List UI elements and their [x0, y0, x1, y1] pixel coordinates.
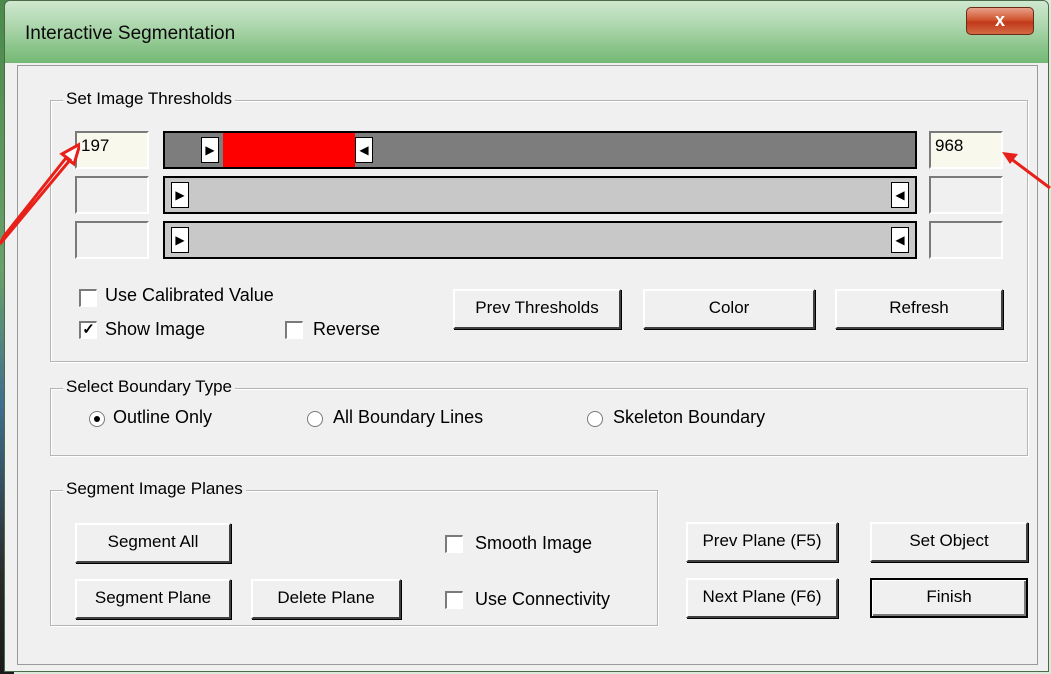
window-title: Interactive Segmentation: [25, 23, 236, 44]
threshold-max-value-1: 968: [935, 136, 964, 155]
threshold-min-value-1: 197: [81, 136, 110, 155]
radio-skeleton-boundary-label: Skeleton Boundary: [613, 407, 766, 427]
prev-plane-button[interactable]: Prev Plane (F5): [686, 522, 838, 562]
prev-thresholds-button[interactable]: Prev Thresholds: [453, 289, 621, 329]
boundary-group: Select Boundary Type Outline Only All Bo…: [50, 377, 1028, 456]
close-button[interactable]: x: [966, 7, 1034, 35]
use-connectivity-label: Use Connectivity: [475, 589, 611, 609]
threshold-slider-3[interactable]: ▶ ◀: [163, 221, 917, 259]
reverse-label: Reverse: [313, 319, 381, 339]
show-image-label: Show Image: [105, 319, 206, 339]
smooth-image-label: Smooth Image: [475, 533, 593, 553]
annotation-arrow-icon: [0, 142, 80, 245]
threshold-min-input-3[interactable]: [75, 221, 149, 259]
check-icon: ✓: [82, 321, 95, 338]
segment-plane-button[interactable]: Segment Plane: [75, 579, 231, 619]
radio-dot-icon: [94, 416, 100, 422]
annotation-arrow-icon: [1002, 152, 1051, 190]
thresholds-group-title: Set Image Thresholds: [63, 89, 235, 109]
radio-outline-only[interactable]: [89, 411, 105, 427]
arrow-right-icon[interactable]: ▶: [171, 182, 189, 208]
color-button[interactable]: Color: [643, 289, 815, 329]
threshold-max-input-1[interactable]: 968: [929, 131, 1003, 169]
radio-all-boundary-lines[interactable]: [307, 411, 323, 427]
threshold-max-input-2[interactable]: [929, 176, 1003, 214]
radio-skeleton-boundary[interactable]: [587, 411, 603, 427]
radio-all-boundary-lines-label: All Boundary Lines: [333, 407, 484, 427]
title-bar: Interactive Segmentation x: [5, 1, 1048, 63]
radio-outline-only-label: Outline Only: [113, 407, 213, 427]
set-object-button[interactable]: Set Object: [870, 522, 1028, 562]
threshold-min-input-1[interactable]: 197: [75, 131, 149, 169]
threshold-range-fill-1: [223, 133, 355, 167]
finish-button[interactable]: Finish: [870, 578, 1028, 618]
use-calibrated-label: Use Calibrated Value: [105, 285, 274, 305]
thresholds-group: Set Image Thresholds 197 ▶ ◀ 968 ▶ ◀ ▶ ◀…: [50, 89, 1028, 362]
delete-plane-button[interactable]: Delete Plane: [251, 579, 401, 619]
threshold-min-input-2[interactable]: [75, 176, 149, 214]
close-icon: x: [994, 10, 1005, 30]
arrow-left-icon[interactable]: ◀: [355, 137, 373, 163]
show-image-checkbox[interactable]: ✓: [79, 321, 97, 339]
reverse-checkbox[interactable]: [285, 321, 303, 339]
boundary-group-title: Select Boundary Type: [63, 377, 236, 397]
arrow-left-icon[interactable]: ◀: [891, 227, 909, 253]
dialog-client-area: Set Image Thresholds 197 ▶ ◀ 968 ▶ ◀ ▶ ◀…: [17, 65, 1038, 665]
next-plane-button[interactable]: Next Plane (F6): [686, 578, 838, 618]
planes-group: Segment Image Planes Segment All Segment…: [50, 479, 658, 626]
use-calibrated-checkbox[interactable]: [79, 289, 97, 307]
segment-all-button[interactable]: Segment All: [75, 523, 231, 563]
threshold-max-input-3[interactable]: [929, 221, 1003, 259]
arrow-right-icon[interactable]: ▶: [171, 227, 189, 253]
arrow-right-icon[interactable]: ▶: [201, 137, 219, 163]
arrow-left-icon[interactable]: ◀: [891, 182, 909, 208]
smooth-image-checkbox[interactable]: [445, 535, 463, 553]
threshold-slider-1[interactable]: ▶ ◀: [163, 131, 917, 169]
refresh-button[interactable]: Refresh: [835, 289, 1003, 329]
planes-group-title: Segment Image Planes: [63, 479, 246, 499]
threshold-slider-2[interactable]: ▶ ◀: [163, 176, 917, 214]
dialog-window: Interactive Segmentation x Set Image Thr…: [4, 0, 1049, 672]
use-connectivity-checkbox[interactable]: [445, 591, 463, 609]
